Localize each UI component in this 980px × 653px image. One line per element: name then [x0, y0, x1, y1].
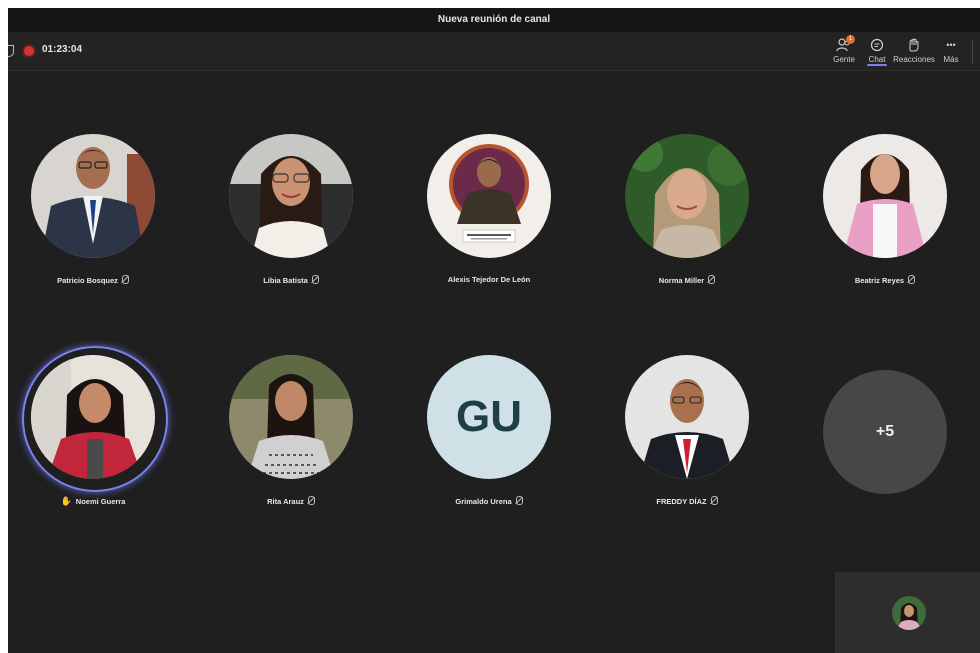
participant-photo	[823, 134, 947, 258]
participant-tile-noemi[interactable]: ✋ Noemi Guerra	[8, 346, 178, 525]
toolbar-divider	[972, 40, 973, 64]
meeting-timer: 01:23:04	[42, 44, 83, 55]
mic-off-icon	[710, 496, 718, 505]
participant-photo	[625, 355, 749, 479]
participant-name: Patricio Bosquez	[8, 275, 178, 285]
participant-photo	[229, 134, 353, 258]
shield-icon	[8, 45, 14, 57]
self-avatar	[892, 596, 926, 630]
participant-photo	[427, 134, 551, 258]
participant-name: Alexis Tejedor De León	[447, 275, 531, 284]
participant-name: ✋ Noemi Guerra	[60, 496, 126, 506]
more-button-label: Más	[943, 55, 959, 64]
participant-tile-alexis[interactable]: Alexis Tejedor De León	[404, 134, 574, 304]
raised-hand-icon: ✋	[60, 496, 72, 506]
participant-tile-freddy[interactable]: FREDDY DÍAZ	[602, 355, 772, 525]
people-button-label: Gente	[833, 55, 855, 64]
people-icon: 1	[836, 35, 855, 52]
participant-tile-rita[interactable]: Rita Arauz	[206, 355, 376, 525]
participant-photo	[31, 355, 155, 479]
mic-off-icon	[307, 496, 315, 505]
more-button[interactable]: ••• Más	[929, 36, 973, 66]
mic-off-icon	[121, 275, 129, 284]
mic-off-icon	[311, 275, 319, 284]
participant-name: Grimaldo Urena	[404, 496, 574, 506]
chat-button-label: Chat	[868, 55, 886, 64]
window-title: Nueva reunión de canal	[437, 14, 551, 25]
meeting-window: Nueva reunión de canal 01:23:04 1 Gente	[8, 8, 980, 653]
mic-off-icon	[908, 275, 916, 284]
meeting-toolbar: 01:23:04 1 Gente Chat Reacciones ••• Más	[8, 32, 980, 71]
participant-name: Libia Batista	[206, 275, 376, 285]
more-icon: •••	[946, 40, 956, 50]
participant-photo	[625, 134, 749, 258]
chat-icon	[869, 38, 885, 52]
chat-active-indicator	[867, 64, 887, 66]
recording-icon	[24, 46, 34, 56]
overflow-count: +5	[823, 370, 947, 494]
title-bar: Nueva reunión de canal	[8, 8, 980, 32]
people-count-badge: 1	[846, 35, 855, 44]
participant-name: Rita Arauz	[206, 496, 376, 506]
mic-off-icon	[515, 496, 523, 505]
overflow-participants[interactable]: +5	[800, 355, 970, 525]
participant-tile-grimaldo[interactable]: GU Grimaldo Urena	[404, 355, 574, 525]
reactions-icon	[906, 38, 922, 52]
participant-name: Norma Miller	[602, 275, 772, 285]
participant-initials-avatar: GU	[427, 355, 551, 479]
mic-off-icon	[708, 275, 716, 284]
self-view[interactable]	[835, 572, 980, 653]
participant-tile-norma[interactable]: Norma Miller	[602, 134, 772, 304]
participant-name: Beatriz Reyes	[800, 275, 970, 285]
participant-photo	[229, 355, 353, 479]
participant-tile-libia[interactable]: Libia Batista	[206, 134, 376, 304]
participant-name: FREDDY DÍAZ	[602, 496, 772, 506]
participant-tile-beatriz[interactable]: Beatriz Reyes	[800, 134, 970, 304]
participant-photo	[31, 134, 155, 258]
participant-tile-patricio[interactable]: Patricio Bosquez	[8, 134, 178, 304]
